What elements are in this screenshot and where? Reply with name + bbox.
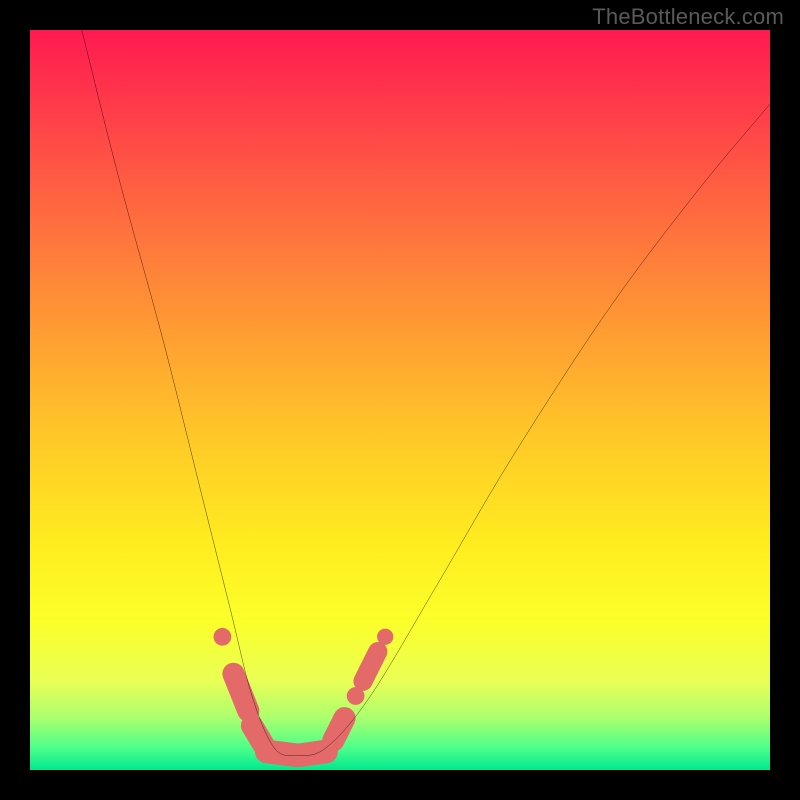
chart-stage: TheBottleneck.com <box>0 0 800 800</box>
curve-layer <box>30 30 770 770</box>
watermark-text: TheBottleneck.com <box>592 4 784 30</box>
bottleneck-curve <box>82 30 770 755</box>
